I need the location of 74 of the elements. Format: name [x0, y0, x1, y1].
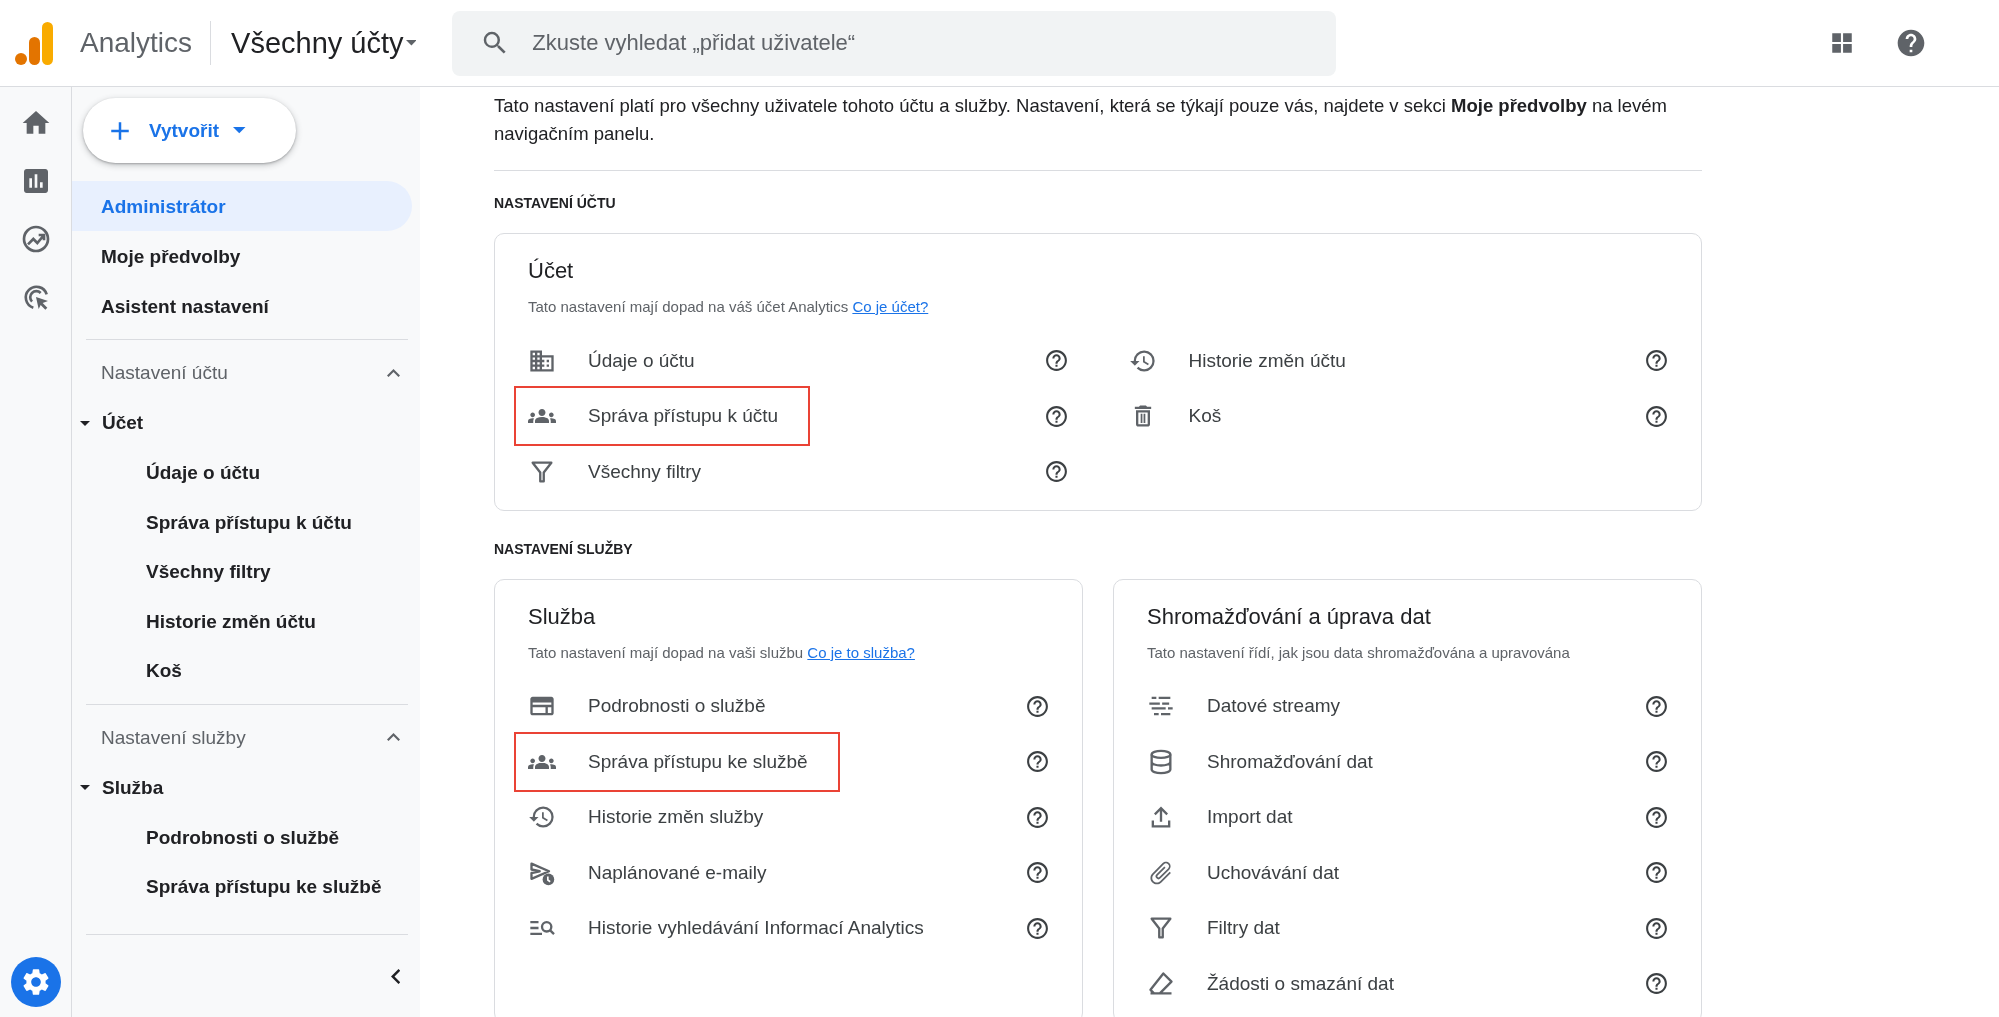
help-icon[interactable]: [1043, 403, 1069, 429]
help-icon[interactable]: [1644, 804, 1669, 830]
nav-item[interactable]: Asistent nastavení: [72, 281, 412, 331]
help-icon[interactable]: [1025, 915, 1050, 941]
settings-link[interactable]: Údaje o účtu: [588, 349, 695, 372]
settings-link[interactable]: Shromažďování dat: [1207, 750, 1373, 773]
help-link[interactable]: Co je účet?: [852, 298, 929, 315]
tree-group[interactable]: Účet: [72, 398, 420, 448]
settings-link[interactable]: Historie vyhledávání Informací Analytics: [588, 917, 924, 940]
settings-link[interactable]: Žádosti o smazání dat: [1207, 972, 1394, 995]
settings-link[interactable]: Naplánované e-maily: [588, 861, 767, 884]
admin-button[interactable]: [10, 957, 61, 1007]
help-icon[interactable]: [1043, 348, 1069, 374]
help-icon[interactable]: [1644, 348, 1669, 374]
apps-grid-icon[interactable]: [1829, 30, 1855, 56]
section-header[interactable]: Nastavení účtu: [72, 348, 412, 398]
help-icon[interactable]: [1644, 915, 1669, 941]
section-heading: NASTAVENÍ ÚČTU: [494, 195, 617, 211]
search-field[interactable]: Zkuste vyhledat „přidat uživatele“: [452, 10, 1337, 76]
help-icon[interactable]: [1025, 804, 1050, 830]
create-button[interactable]: Vytvořit: [83, 98, 296, 163]
caret-icon: [233, 127, 246, 134]
section-header[interactable]: Nastavení služby: [72, 712, 412, 763]
help-link[interactable]: Co je to služba?: [807, 643, 915, 661]
settings-link[interactable]: Koš: [1188, 405, 1222, 428]
help-icon[interactable]: [1644, 403, 1669, 429]
help-icon[interactable]: [1025, 693, 1050, 719]
help-icon[interactable]: [1025, 749, 1050, 775]
settings-link[interactable]: Datové streamy: [1207, 695, 1341, 718]
nav-item[interactable]: Administrátor: [72, 181, 412, 231]
help-icon[interactable]: [1644, 749, 1669, 775]
nav-item[interactable]: Podrobnosti o službě: [72, 812, 420, 862]
help-icon[interactable]: [1025, 860, 1050, 886]
nav-item[interactable]: Správa přístupu k účtu: [72, 497, 420, 547]
card-title: Služba: [528, 603, 597, 630]
chevron-up-icon: [387, 369, 400, 377]
section-heading: NASTAVENÍ SLUŽBY: [494, 540, 634, 557]
caret-down-icon: [80, 785, 90, 790]
settings-link[interactable]: Správa přístupu k účtu: [588, 405, 779, 428]
settings-link[interactable]: Uchovávání dat: [1207, 861, 1340, 884]
collapse-button[interactable]: [390, 968, 400, 984]
settings-link[interactable]: Historie změn služby: [588, 806, 764, 829]
help-icon[interactable]: [1043, 459, 1069, 485]
settings-link[interactable]: Filtry dat: [1207, 917, 1280, 940]
eraser-icon: [1147, 969, 1175, 998]
card-title: Shromažďování a úprava dat: [1147, 603, 1432, 630]
nav-item[interactable]: Správa přístupu ke službě: [72, 862, 420, 912]
help-icon[interactable]: [1644, 860, 1669, 886]
settings-link[interactable]: Všechny filtry: [588, 460, 701, 483]
nav-item[interactable]: Údaje o účtu: [72, 448, 420, 498]
tree-group[interactable]: Služba: [72, 762, 420, 813]
nav-item[interactable]: Všechny filtry: [72, 547, 420, 597]
nav-item[interactable]: Moje předvolby: [72, 231, 412, 281]
chevron-left-icon: [390, 968, 400, 984]
card-title: Účet: [528, 258, 575, 284]
card-description: Tato nastavení řídí, jak jsou data shromažďována a upravována: [1147, 643, 1571, 661]
card-description: Tato nastavení mají dopad na váš účet Analytics Co je účet?: [528, 298, 930, 315]
settings-link[interactable]: Správa přístupu ke službě: [588, 750, 808, 773]
app-name: Analytics: [80, 21, 212, 65]
intro-text: Tato nastavení platí pro všechny uživatele tohoto účtu a služby. Nastavení, která se týkají pouze vás, najdete v sekci Moje předvolby na levém navigačním panelu.: [494, 94, 1668, 146]
settings-link[interactable]: Historie změn účtu: [1188, 349, 1346, 372]
nav-item[interactable]: Koš: [72, 646, 420, 696]
analytics-logo: [14, 20, 54, 66]
settings-link[interactable]: Import dat: [1207, 806, 1293, 829]
chevron-up-icon: [387, 733, 400, 742]
nav-item[interactable]: Historie změn účtu: [72, 596, 420, 646]
help-icon[interactable]: [1644, 971, 1669, 997]
settings-link[interactable]: Podrobnosti o službě: [588, 695, 766, 718]
caret-down-icon: [80, 420, 90, 426]
account-selector[interactable]: Všechny účty: [231, 26, 417, 60]
card-description: Tato nastavení mají dopad na vaši službu Co je to služba?: [528, 643, 916, 661]
help-icon[interactable]: [1644, 693, 1669, 719]
help-icon[interactable]: [1895, 27, 1927, 59]
caret-icon: [405, 40, 417, 46]
